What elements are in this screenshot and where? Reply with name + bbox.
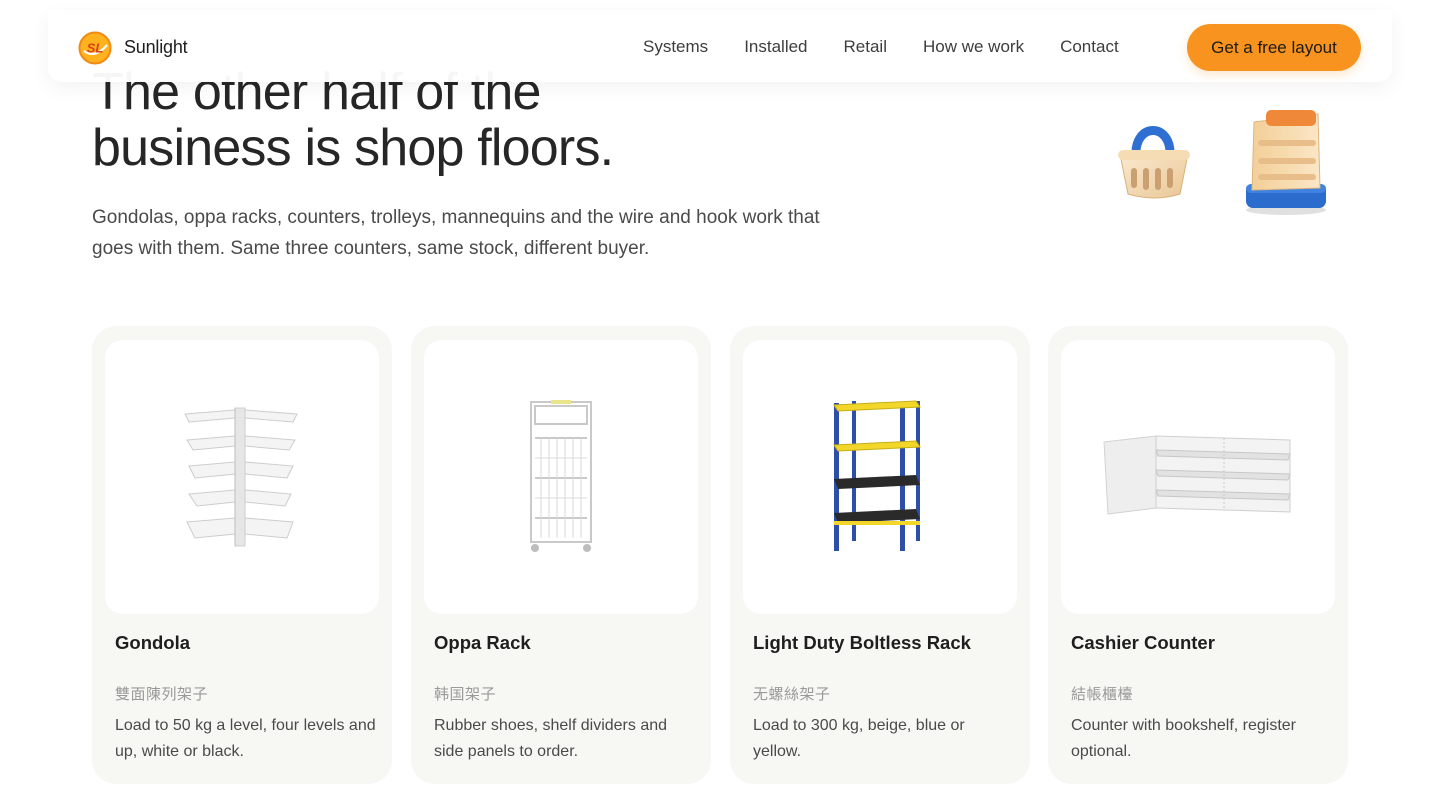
brand-name[interactable]: Sunlight: [124, 37, 188, 58]
main-nav: Systems Installed Retail How we work Con…: [643, 37, 1155, 57]
gondola-shelf-image: [184, 407, 298, 547]
product-name[interactable]: Gondola: [115, 632, 190, 654]
nav-link-contact[interactable]: Contact: [1060, 37, 1119, 57]
hero-subtitle: Gondolas, oppa racks, counters, trolleys…: [92, 207, 820, 259]
product-image-frame: [105, 340, 379, 614]
product-image-frame: [424, 340, 698, 614]
product-name[interactable]: Oppa Rack: [434, 632, 531, 654]
product-description: Load to 50 kg a level, four levels and u…: [115, 717, 376, 760]
product-card-gondola[interactable]: Gondola 雙面陳列架子 Load to 50 kg a level, fo…: [92, 326, 392, 784]
shopping-basket-icon: [1118, 126, 1190, 199]
product-description: Load to 300 kg, beige, blue or yellow.: [753, 717, 965, 760]
product-chinese-name: 結帳櫃檯: [1071, 686, 1134, 703]
display-shelf-icon: [1246, 110, 1326, 215]
site-header: SL Sunlight Systems Installed Retail How…: [48, 10, 1392, 82]
product-card-oppa-rack[interactable]: Oppa Rack 韩国架子 Rubber shoes, shelf divid…: [411, 326, 711, 784]
product-chinese-name: 无螺絲架子: [753, 686, 831, 703]
product-chinese-name: 韩国架子: [434, 686, 497, 703]
product-card-cashier-counter[interactable]: Cashier Counter 結帳櫃檯 Counter with booksh…: [1048, 326, 1348, 784]
get-free-layout-button[interactable]: Get a free layout: [1187, 24, 1361, 71]
nav-link-systems[interactable]: Systems: [643, 37, 708, 57]
boltless-rack-image: [833, 400, 921, 551]
product-name[interactable]: Light Duty Boltless Rack: [753, 632, 971, 654]
nav-link-installed[interactable]: Installed: [744, 37, 807, 57]
product-grid: Gondola 雙面陳列架子 Load to 50 kg a level, fo…: [92, 326, 1348, 786]
nav-link-retail[interactable]: Retail: [844, 37, 887, 57]
cashier-counter-image: [1103, 435, 1291, 515]
product-description: Counter with bookshelf, register optiona…: [1071, 717, 1296, 760]
product-card-boltless-rack[interactable]: Light Duty Boltless Rack 无螺絲架子 Load to 3…: [730, 326, 1030, 784]
product-image-frame: [1061, 340, 1335, 614]
nav-link-how-we-work[interactable]: How we work: [923, 37, 1024, 57]
product-description: Rubber shoes, shelf dividers and side pa…: [434, 717, 668, 760]
sunlight-logo-icon[interactable]: SL: [78, 31, 112, 65]
product-chinese-name: 雙面陳列架子: [115, 686, 209, 703]
page-title-line-2: business is shop floors.: [92, 119, 614, 177]
wire-rack-image: [530, 400, 592, 552]
product-name[interactable]: Cashier Counter: [1071, 632, 1215, 654]
svg-text:SL: SL: [87, 41, 104, 56]
product-image-frame: [743, 340, 1017, 614]
